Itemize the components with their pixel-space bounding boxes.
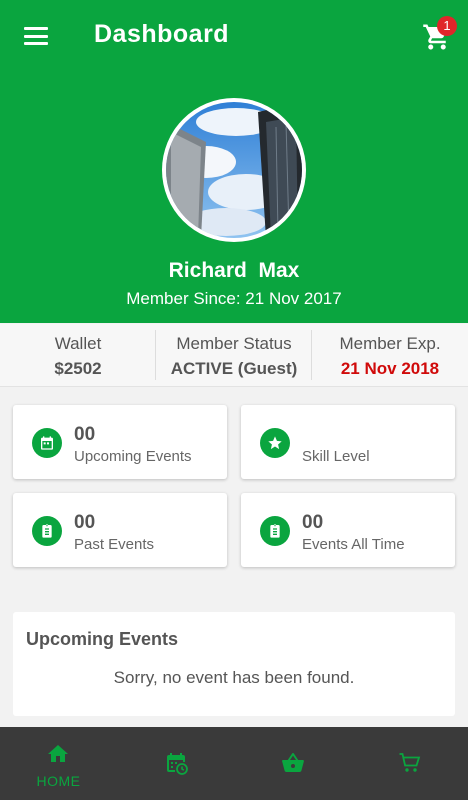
star-icon (260, 428, 290, 458)
menu-button[interactable] (24, 27, 48, 45)
cart-count-badge: 1 (437, 16, 457, 36)
member-since: Member Since: 21 Nov 2017 (126, 289, 342, 308)
upcoming-events-count: 00 (74, 424, 96, 445)
avatar-photo (166, 102, 302, 238)
calendar-icon (32, 428, 62, 458)
member-name: Richard Max (168, 259, 300, 282)
skill-level-caption: Skill Level (302, 448, 370, 465)
events-all-time-count: 00 (302, 512, 324, 533)
upcoming-events-card[interactable]: 00 Upcoming Events (13, 405, 227, 479)
calendar-clock-icon (167, 753, 188, 775)
skyscrapers-photo (166, 102, 302, 238)
wallet-value: $2502 (54, 359, 102, 378)
nav-cart[interactable] (351, 727, 468, 800)
bottom-navigation: HOME (0, 727, 468, 800)
upcoming-events-caption: Upcoming Events (74, 448, 192, 465)
member-status-value: ACTIVE (Guest) (170, 359, 298, 378)
menu-icon (24, 27, 48, 30)
empty-state-message: Sorry, no event has been found. (113, 668, 355, 687)
upcoming-events-title: Upcoming Events (26, 629, 179, 649)
skill-level-card[interactable]: Skill Level (241, 405, 455, 479)
member-status-stat: Member Status ACTIVE (Guest) (156, 324, 312, 386)
member-status-label: Member Status (176, 334, 292, 353)
past-events-caption: Past Events (74, 536, 155, 553)
upcoming-events-panel: Upcoming Events Sorry, no event has been… (13, 612, 455, 716)
member-stats-row: Wallet $2502 Member Status ACTIVE (Guest… (0, 324, 468, 387)
nav-calendar[interactable] (117, 727, 234, 800)
clipboard-icon (32, 516, 62, 546)
basket-icon (282, 753, 304, 772)
events-all-time-caption: Events All Time (302, 536, 405, 553)
wallet-stat: Wallet $2502 (0, 324, 156, 386)
home-icon (48, 745, 68, 762)
member-expiry-label: Member Exp. (339, 334, 441, 353)
nav-home-label: HOME (36, 773, 81, 789)
past-events-count: 00 (74, 512, 96, 533)
nav-basket[interactable] (234, 727, 351, 800)
member-expiry-value: 21 Nov 2018 (340, 359, 440, 378)
events-all-time-card[interactable]: 00 Events All Time (241, 493, 455, 567)
past-events-card[interactable]: 00 Past Events (13, 493, 227, 567)
page-title: Dashboard (94, 20, 230, 48)
profile-header: Dashboard 1 Richard Max Member Since: 21… (0, 0, 468, 323)
member-expiry-stat: Member Exp. 21 Nov 2018 (312, 324, 468, 386)
clipboard-icon (260, 516, 290, 546)
nav-home[interactable]: HOME (0, 727, 117, 800)
avatar[interactable] (162, 98, 306, 242)
wallet-label: Wallet (54, 334, 102, 353)
cart-icon (399, 753, 421, 772)
